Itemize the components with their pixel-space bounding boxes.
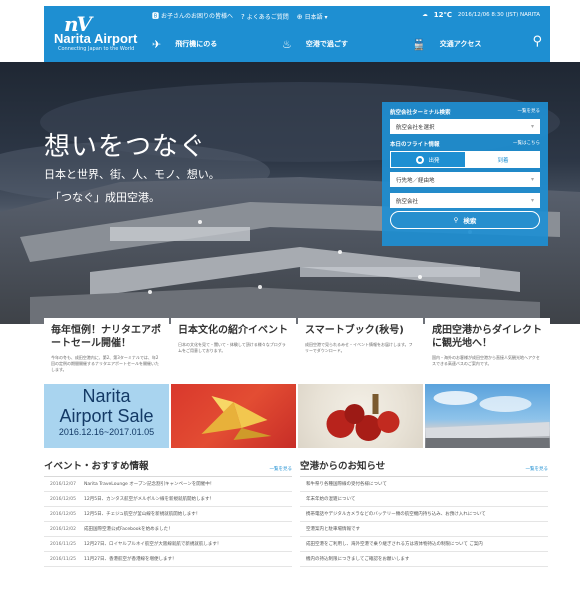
hero-subtitle: 日本と世界、街、人、モノ、想い。 <box>44 168 220 181</box>
airplane-icon: ✈ <box>152 37 162 51</box>
arrival-tab[interactable]: 到着 <box>466 151 540 168</box>
accessibility-link[interactable]: 🅱 お子さんのお困りの皆様へ <box>152 11 233 21</box>
weather-datetime: 2016/12/06 8:30 (JST) NARITA <box>457 12 540 18</box>
search-icon[interactable]: ⚲ <box>532 34 542 49</box>
flight-search-panel: 航空会社ターミナル検索 一覧を見る 航空会社を選択 ▾ 本日のフライト情報 一覧… <box>382 102 548 246</box>
flight-list-link[interactable]: 一覧はこちら <box>513 140 540 148</box>
airline-select[interactable]: 航空会社を選択 ▾ <box>390 119 540 134</box>
search-icon: ⚲ <box>453 216 459 224</box>
news-item[interactable]: 2016/12/05 12月5日、カンタス航空がメルボルン線を新規就航開始します！ <box>44 492 292 507</box>
events-heading: イベント・おすすめ情報 <box>44 461 149 472</box>
airport-notices: 空港からのお知らせ 一覧を見る 和牛祭り各種国際線の受付各様について 年末年始の… <box>300 458 548 567</box>
nav-access[interactable]: 🚆 交通アクセス <box>412 38 542 51</box>
apples-icon <box>326 394 400 441</box>
flight-info-heading: 本日のフライト情報 <box>390 142 440 148</box>
departure-arrival-toggle: 出発 到着 <box>390 151 540 168</box>
radio-selected-icon <box>416 155 425 164</box>
airline-terminal-heading: 航空会社ターミナル検索 <box>390 110 451 116</box>
info-icon: 🅱 <box>152 12 159 20</box>
carrier-select[interactable]: 航空会社 ▾ <box>390 193 540 208</box>
airline-list-link[interactable]: 一覧を見る <box>518 108 541 116</box>
globe-icon: ⊕ <box>296 12 303 21</box>
promo-images: Narita Airport Sale 2016.12.16~2017.01.0… <box>44 384 550 448</box>
weather-temp: 12℃ <box>433 11 452 19</box>
news-item[interactable]: 2016/12/05 12月5日、チェジュ航空が釜山線を新規就航開始します！ <box>44 507 292 522</box>
news-item[interactable]: 2016/12/07 Narita TraveLounge オープン記念割引キャン… <box>44 477 292 492</box>
language-selector[interactable]: ⊕ 日本語 ▾ <box>297 12 328 21</box>
faq-link[interactable]: ? よくあるご質問 <box>241 12 289 21</box>
news-item[interactable]: 2016/12/02 成田国際空港公式Facebookを始めました！ <box>44 522 292 537</box>
cloud-icon: ☁ <box>422 12 428 18</box>
logo-name: Narita Airport <box>54 31 138 46</box>
terminal-building-icon <box>425 391 550 448</box>
news-item[interactable]: 2016/11/25 11月27日、香港航空が香港線を増便します！ <box>44 552 292 567</box>
promo-cards: 毎年恒例！ナリタエアポートセール開催！ 今年の冬も、成田空港内に、第2、第3ター… <box>44 318 550 384</box>
train-icon: 🚆 <box>412 37 426 51</box>
question-icon: ? <box>241 12 245 21</box>
promo-card[interactable]: スマートブック(秋号) 成田空港で見られるみせ・イベント情報をお届けします。フリ… <box>298 318 423 384</box>
promo-card[interactable]: 日本文化の紹介イベント 日本の文化を見て・聞いて・体験して頂ける様々なプログラム… <box>171 318 296 384</box>
narita-airport-logo[interactable]: nV Narita Airport Connecting Japan to th… <box>54 12 149 56</box>
weather-info: ☁ 12℃ 2016/12/06 8:30 (JST) NARITA <box>422 11 540 19</box>
notice-item[interactable]: 機内の持込制限につきましてご確認をお願いします <box>300 552 548 567</box>
logo-tagline: Connecting Japan to the World <box>58 46 135 52</box>
nav-flights[interactable]: ✈ 飛行機にのる <box>152 38 282 51</box>
site-header: nV Narita Airport Connecting Japan to th… <box>44 6 550 62</box>
notice-item[interactable]: 年末年始の混雑について <box>300 492 548 507</box>
hero-banner: 想いをつなぐ 日本と世界、街、人、モノ、想い。 「つなぐ」成田空港。 航空会社タ… <box>0 62 580 324</box>
events-news: イベント・おすすめ情報 一覧を見る 2016/12/07 Narita Trave… <box>44 458 292 567</box>
hero-subtitle-2: 「つなぐ」成田空港。 <box>50 191 160 204</box>
utility-links: 🅱 お子さんのお困りの皆様へ ? よくあるご質問 ⊕ 日本語 ▾ <box>152 11 328 21</box>
notice-item[interactable]: 成田空港をご利用し、海外空港で乗り継ぎされる方は液体物持込の制限について ご案内 <box>300 537 548 552</box>
origami-crane-image[interactable] <box>171 384 296 448</box>
chevron-down-icon: ▾ <box>530 197 534 204</box>
apples-image[interactable] <box>298 384 423 448</box>
airport-terminal-image[interactable] <box>425 384 550 448</box>
notice-item[interactable]: 和牛祭り各種国際線の受付各様について <box>300 477 548 492</box>
events-more-link[interactable]: 一覧を見る <box>270 466 293 472</box>
origami-crane-icon <box>201 396 272 440</box>
chevron-down-icon: ▾ <box>530 176 534 183</box>
airport-sale-banner[interactable]: Narita Airport Sale 2016.12.16~2017.01.0… <box>44 384 169 448</box>
departure-tab[interactable]: 出発 <box>390 151 466 168</box>
notice-item[interactable]: 携帯電話やデジタルカメラなどのバッテリー類の航空機内持ち込み、お預け入れについて <box>300 507 548 522</box>
hero-title: 想いをつなぐ <box>44 132 207 162</box>
promo-card[interactable]: 毎年恒例！ナリタエアポートセール開催！ 今年の冬も、成田空港内に、第2、第3ター… <box>44 318 169 384</box>
chevron-down-icon: ▾ <box>530 123 534 130</box>
destination-select[interactable]: 行先地／経由地 ▾ <box>390 172 540 187</box>
shopping-icon: ♨ <box>282 37 292 51</box>
notices-more-link[interactable]: 一覧を見る <box>526 466 549 472</box>
notices-heading: 空港からのお知らせ <box>300 461 386 472</box>
main-nav: ✈ 飛行機にのる ♨ 空港で過ごす 🚆 交通アクセス <box>152 32 542 56</box>
promo-card[interactable]: 成田空港からダイレクトに観光地へ！ 国内・海外のお客様が成田空港から直接人気観光… <box>425 318 550 384</box>
flight-search-button[interactable]: ⚲ 検索 <box>390 211 540 229</box>
notice-item[interactable]: 空港案内と駐車場情報です <box>300 522 548 537</box>
nav-airport[interactable]: ♨ 空港で過ごす <box>282 38 412 51</box>
news-item[interactable]: 2016/11/25 12月27日、ロイヤルブルネイ航空が大阪線就航で新規就航しま… <box>44 537 292 552</box>
